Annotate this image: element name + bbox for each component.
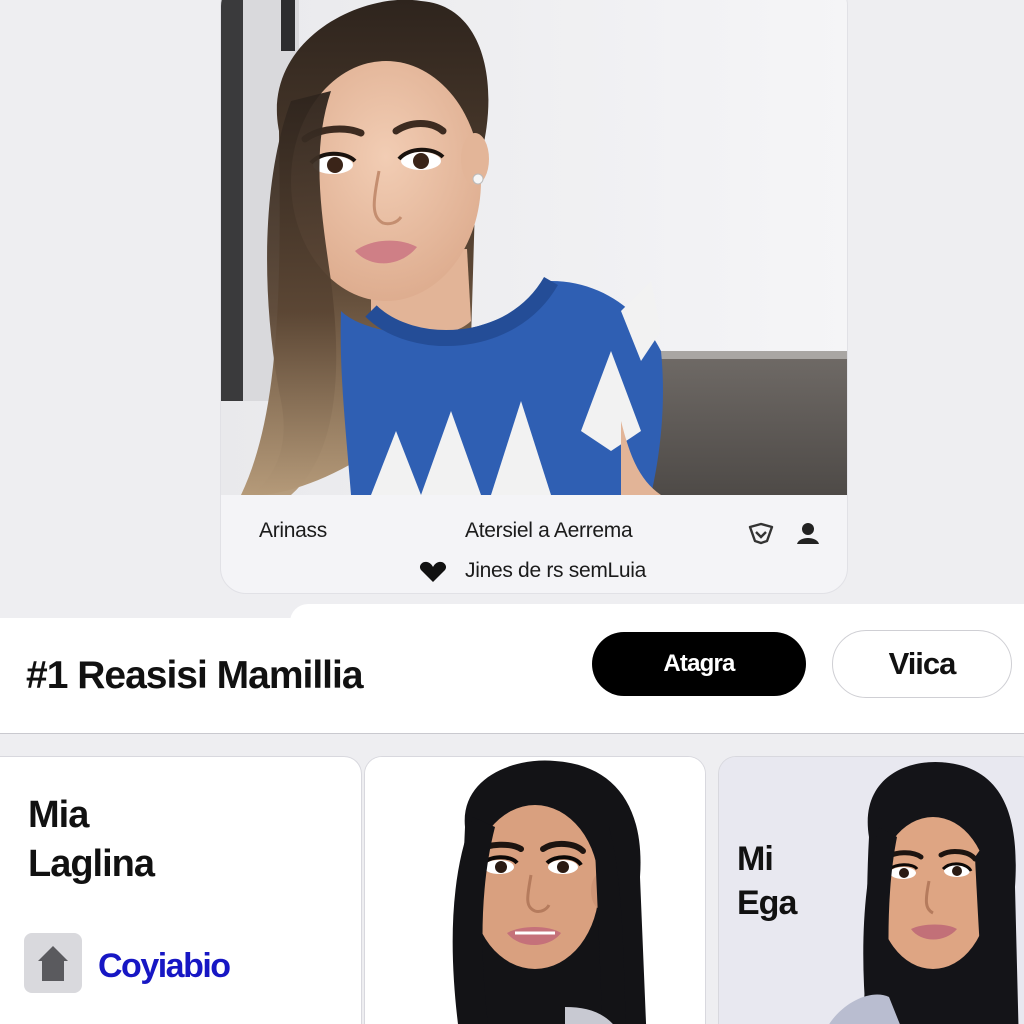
card-name: Mia Laglina xyxy=(28,791,155,890)
portrait-photo[interactable] xyxy=(365,757,706,1024)
profile-photo[interactable] xyxy=(221,0,847,495)
card-name: Mi Ega xyxy=(737,837,797,925)
secondary-button[interactable]: Viica xyxy=(832,630,1012,698)
profile-card-mi[interactable]: Mi Ega xyxy=(718,756,1024,1024)
profile-subtitle: Atersiel a Aerrema xyxy=(465,519,633,542)
heart-icon[interactable] xyxy=(419,561,447,583)
card-name-line1: Mia xyxy=(28,794,89,836)
profile-meta: Arinass Atersiel a Aerrema Jines de rs s… xyxy=(221,495,847,593)
shield-icon[interactable] xyxy=(747,521,775,545)
profile-card-portrait[interactable] xyxy=(364,756,706,1024)
profile-card[interactable]: Arinass Atersiel a Aerrema Jines de rs s… xyxy=(220,0,848,594)
primary-button[interactable]: Atagra xyxy=(592,632,806,696)
card-name-line2: Laglina xyxy=(28,843,155,886)
brand-link[interactable]: Coyiabio xyxy=(98,947,231,986)
home-icon xyxy=(38,946,68,981)
profile-card-mia[interactable]: Mia Laglina Coyiabio xyxy=(0,756,362,1024)
page-title: #1 Reasisi Mamillia xyxy=(26,654,364,697)
like-caption: Jines de rs semLuia xyxy=(465,559,647,582)
profile-username[interactable]: Arinass xyxy=(259,519,327,543)
card-name-line1: Mi xyxy=(737,840,774,878)
header-bar: #1 Reasisi Mamillia Atagra Viica xyxy=(0,618,1024,734)
card-name-line2: Ega xyxy=(737,884,797,923)
person-icon[interactable] xyxy=(795,521,821,545)
home-button[interactable] xyxy=(24,933,82,993)
